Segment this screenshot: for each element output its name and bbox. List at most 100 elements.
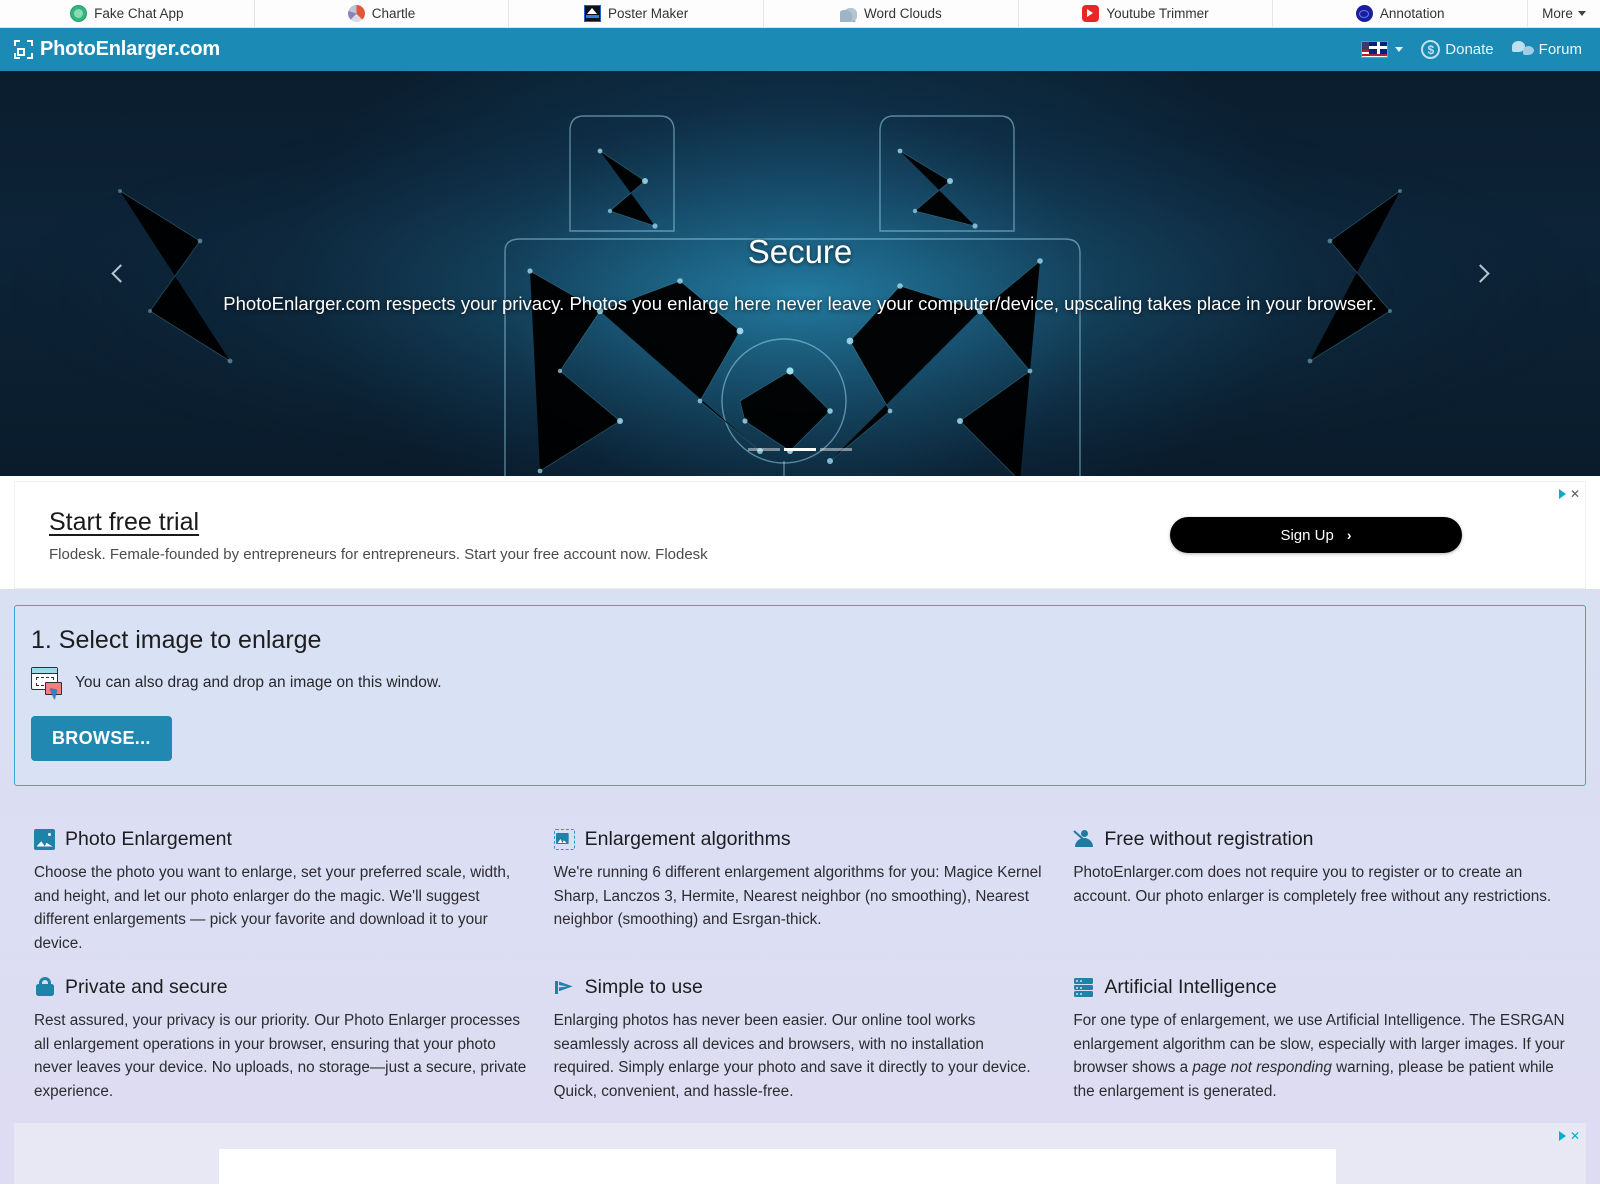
feature-header: Private and secure bbox=[34, 976, 527, 999]
feature-artificial-intelligence: Artificial Intelligence For one type of … bbox=[1073, 976, 1566, 1104]
brand-name: PhotoEnlarger.com bbox=[40, 38, 220, 60]
carousel-indicator-active[interactable] bbox=[784, 448, 816, 451]
brand-logo[interactable]: PhotoEnlarger.com bbox=[14, 38, 220, 61]
no-registration-icon bbox=[1073, 829, 1094, 850]
feature-free-without-registration: Free without registration PhotoEnlarger.… bbox=[1073, 828, 1566, 956]
carousel-next-button[interactable] bbox=[1462, 254, 1502, 294]
top-ad-container: Start free trial Flodesk. Female-founded… bbox=[0, 476, 1600, 589]
partner-more-label: More bbox=[1542, 6, 1573, 21]
carousel-indicators bbox=[748, 448, 852, 451]
chevron-left-icon bbox=[110, 264, 130, 283]
forum-label: Forum bbox=[1538, 41, 1582, 58]
annotation-icon bbox=[1355, 5, 1373, 22]
donate-link[interactable]: $ Donate bbox=[1421, 40, 1494, 59]
poster-maker-icon bbox=[584, 5, 602, 22]
drag-drop-text: You can also drag and drop an image on t… bbox=[75, 674, 442, 691]
feature-title: Simple to use bbox=[584, 975, 703, 998]
hero-subtitle: PhotoEnlarger.com respects your privacy.… bbox=[223, 292, 1377, 314]
bottom-ad-container[interactable]: ✕ bbox=[14, 1121, 1586, 1184]
forum-link[interactable]: Forum bbox=[1511, 40, 1582, 59]
top-ad-banner[interactable]: Start free trial Flodesk. Female-founded… bbox=[14, 481, 1586, 589]
carousel-indicator[interactable] bbox=[820, 448, 852, 451]
feature-body-emphasis: page not responding bbox=[1192, 1059, 1332, 1077]
fake-chat-app-icon bbox=[70, 5, 88, 22]
us-uk-flag-icon bbox=[1361, 41, 1389, 58]
partner-link-poster-maker[interactable]: Poster Maker bbox=[509, 0, 765, 27]
feature-private-and-secure: Private and secure Rest assured, your pr… bbox=[34, 976, 527, 1104]
feature-header: Artificial Intelligence bbox=[1073, 976, 1566, 999]
close-icon[interactable]: ✕ bbox=[1570, 487, 1580, 501]
flag-icon bbox=[554, 977, 575, 998]
partner-label: Youtube Trimmer bbox=[1106, 6, 1209, 21]
ad-signup-label: Sign Up bbox=[1280, 526, 1334, 544]
feature-enlargement-algorithms: Enlargement algorithms We're running 6 d… bbox=[553, 828, 1047, 956]
donate-label: Donate bbox=[1445, 41, 1494, 58]
partner-link-fake-chat-app[interactable]: Fake Chat App bbox=[0, 0, 255, 27]
bottom-ad-slot[interactable] bbox=[219, 1148, 1336, 1184]
page-title: 1. Select image to enlarge bbox=[31, 626, 322, 654]
feature-title: Private and secure bbox=[65, 975, 228, 998]
ad-text-block: Start free trial Flodesk. Female-founded… bbox=[15, 508, 708, 563]
word-clouds-icon bbox=[839, 5, 857, 22]
feature-body: Rest assured, your privacy is our priori… bbox=[34, 1011, 527, 1100]
feature-body: Enlarging photos has never been easier. … bbox=[553, 1011, 1031, 1100]
hero-carousel: Secure PhotoEnlarger.com respects your p… bbox=[0, 71, 1600, 476]
ad-headline[interactable]: Start free trial bbox=[49, 508, 708, 537]
photo-icon bbox=[34, 829, 55, 850]
site-header: PhotoEnlarger.com $ Donate Forum bbox=[0, 28, 1600, 71]
chevron-down-icon bbox=[1395, 47, 1404, 52]
partner-nav-bar: Fake Chat App Chartle Poster Maker Word … bbox=[0, 0, 1600, 28]
feature-title: Photo Enlargement bbox=[65, 828, 232, 850]
chevron-right-icon bbox=[1470, 264, 1490, 283]
feature-header: Enlargement algorithms bbox=[553, 828, 1047, 851]
feature-body: We're running 6 different enlargement al… bbox=[553, 864, 1042, 929]
partner-label: Poster Maker bbox=[608, 6, 689, 21]
feature-body-ai: For one type of enlargement, we use Arti… bbox=[1073, 1009, 1566, 1104]
partner-label: Annotation bbox=[1379, 6, 1445, 21]
page-body: 1. Select image to enlarge You can also … bbox=[0, 589, 1600, 1184]
feature-grid: Photo Enlargement Choose the photo you w… bbox=[14, 786, 1586, 1104]
forum-bubble-icon bbox=[1511, 40, 1534, 59]
partner-link-youtube-trimmer[interactable]: Youtube Trimmer bbox=[1019, 0, 1274, 27]
feature-title: Artificial Intelligence bbox=[1104, 975, 1277, 998]
partner-label: Word Clouds bbox=[863, 6, 942, 21]
language-selector[interactable] bbox=[1361, 41, 1404, 58]
carousel-prev-button[interactable] bbox=[98, 254, 138, 294]
chevron-right-icon: › bbox=[1346, 527, 1352, 543]
youtube-trimmer-icon bbox=[1082, 5, 1100, 22]
close-icon[interactable]: ✕ bbox=[1570, 1129, 1580, 1143]
feature-title: Enlargement algorithms bbox=[584, 828, 791, 850]
adchoices-icon[interactable] bbox=[1558, 489, 1566, 499]
carousel-indicator[interactable] bbox=[748, 448, 780, 451]
donate-coin-icon: $ bbox=[1421, 40, 1441, 59]
feature-body: Choose the photo you want to enlarge, se… bbox=[34, 864, 511, 953]
ad-choices-controls: ✕ bbox=[1558, 1129, 1580, 1143]
feature-header: Free without registration bbox=[1073, 828, 1566, 851]
feature-header: Simple to use bbox=[554, 976, 1047, 999]
algorithms-icon bbox=[553, 829, 575, 850]
drag-drop-hint: You can also drag and drop an image on t… bbox=[31, 667, 1569, 700]
partner-label: Fake Chat App bbox=[94, 6, 184, 21]
feature-title: Free without registration bbox=[1104, 828, 1314, 850]
partner-link-annotation[interactable]: Annotation bbox=[1273, 0, 1529, 27]
ad-signup-button[interactable]: Sign Up › bbox=[1170, 517, 1462, 553]
partner-link-chartle[interactable]: Chartle bbox=[255, 0, 510, 27]
browse-button[interactable]: BROWSE... bbox=[31, 716, 172, 761]
feature-header: Photo Enlargement bbox=[34, 828, 527, 851]
adchoices-icon[interactable] bbox=[1558, 1130, 1566, 1141]
drag-and-drop-icon bbox=[31, 667, 65, 700]
hero-title: Secure bbox=[747, 232, 853, 270]
crop-frame-icon bbox=[14, 40, 33, 59]
partner-more-menu[interactable]: More bbox=[1528, 0, 1600, 27]
partner-link-word-clouds[interactable]: Word Clouds bbox=[764, 0, 1019, 27]
partner-label: Chartle bbox=[371, 6, 416, 21]
select-image-panel: 1. Select image to enlarge You can also … bbox=[14, 605, 1586, 786]
chartle-icon bbox=[347, 5, 365, 22]
ad-description: Flodesk. Female-founded by entrepreneurs… bbox=[49, 545, 708, 563]
server-icon bbox=[1073, 977, 1094, 998]
hero-content: Secure PhotoEnlarger.com respects your p… bbox=[0, 71, 1600, 476]
lock-icon bbox=[34, 977, 55, 998]
feature-body: PhotoEnlarger.com does not require you t… bbox=[1073, 864, 1552, 905]
header-actions: $ Donate Forum bbox=[1361, 40, 1582, 59]
chevron-down-icon bbox=[1577, 11, 1586, 16]
